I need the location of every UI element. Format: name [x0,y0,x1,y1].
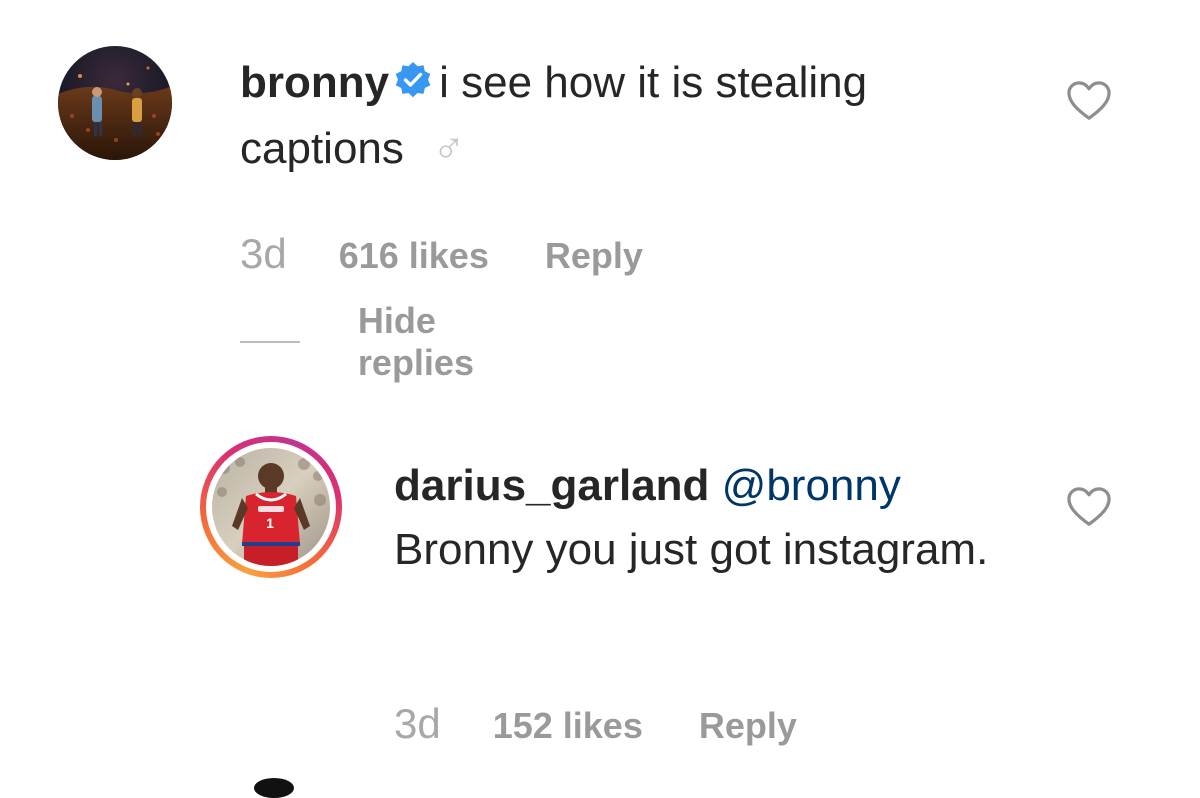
reply-text: Bronny you just got instagram. [394,525,989,574]
likes-count-button[interactable]: 616 likes [339,235,489,277]
avatar[interactable] [58,46,172,160]
next-avatar-partial [254,778,294,798]
mention-link[interactable]: @bronny [722,461,901,510]
likes-count-button[interactable]: 152 likes [493,705,643,747]
svg-text:1: 1 [266,515,274,531]
hide-replies-label: Hide replies [357,300,474,383]
reply-meta: 3d 152 likes Reply [394,700,797,748]
username-link[interactable]: darius_garland [394,461,709,510]
night-scene-avatar-image [58,46,172,160]
avatar-ring-gap: 1 [206,442,336,572]
username-link[interactable]: bronny [240,58,389,107]
hide-replies-button[interactable]: Hide replies [240,300,500,383]
basketball-player-avatar-image: 1 [212,448,330,566]
reply-timestamp[interactable]: 3d [394,700,441,748]
avatar: 1 [212,448,330,566]
heart-outline-icon[interactable] [1066,80,1112,122]
reply-button[interactable]: Reply [545,235,643,277]
comment-body: bronny i see how it is stealing captions … [240,52,1000,180]
comment-timestamp[interactable]: 3d [240,230,287,278]
comment-text-tail: ♂ [403,124,468,173]
story-ring-avatar[interactable]: 1 [200,436,342,578]
reply-button[interactable]: Reply [699,705,797,747]
comment-meta: 3d 616 likes Reply [240,230,643,278]
hide-replies-divider [240,341,300,343]
verified-badge-icon [393,56,433,118]
reply-body: darius_garland @bronny Bronny you just g… [394,454,1014,582]
heart-outline-icon[interactable] [1066,486,1112,528]
